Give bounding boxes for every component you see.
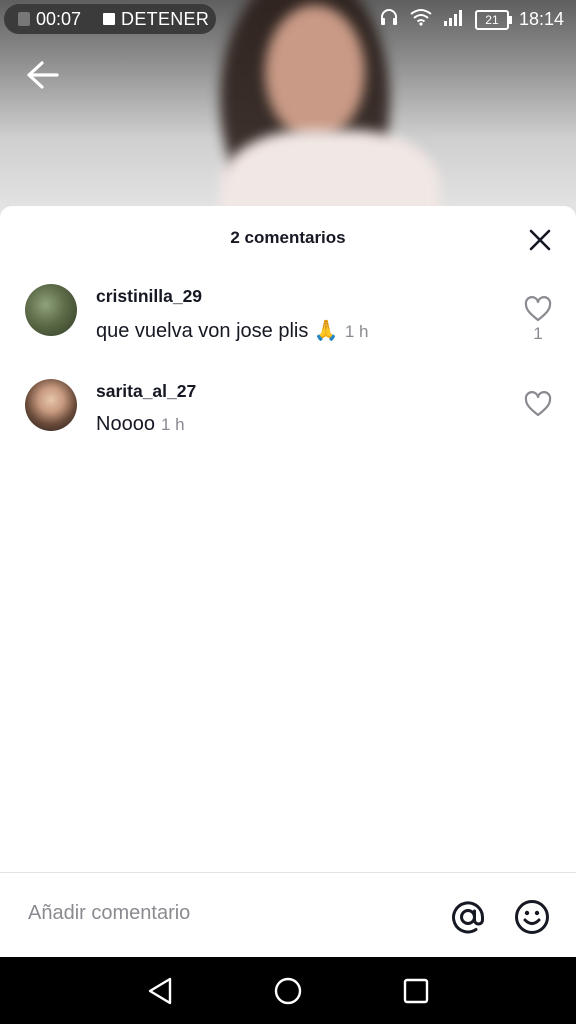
comment-body: que vuelva von jose plis 🙏 [96, 320, 339, 342]
comment-username[interactable]: cristinilla_29 [96, 286, 202, 307]
comment-text: que vuelva von jose plis 🙏 1 h [96, 318, 368, 343]
comment-time: 1 h [344, 322, 369, 341]
at-sign-icon [452, 901, 484, 934]
close-icon [529, 229, 551, 251]
heart-icon [524, 391, 552, 417]
status-bar: 00:07 DETENER 21 18:14 [0, 0, 576, 40]
nav-recents-icon [403, 978, 429, 1004]
nav-recents-button[interactable] [398, 973, 434, 1009]
like-button[interactable]: 1 [522, 296, 554, 344]
nav-back-icon [148, 977, 172, 1005]
comment-input-bar [0, 872, 576, 958]
comment-username[interactable]: sarita_al_27 [96, 381, 196, 402]
emoji-icon [515, 900, 549, 934]
like-button[interactable] [522, 391, 554, 417]
battery-icon: 21 [474, 9, 512, 30]
clock: 18:14 [518, 9, 564, 29]
back-arrow-icon [27, 61, 59, 89]
comments-sheet: 2 comentarios cristinilla_29 que vuelva … [0, 206, 576, 956]
avatar[interactable] [25, 379, 77, 431]
nav-back-button[interactable] [142, 973, 178, 1009]
heart-icon [524, 296, 552, 322]
close-button[interactable] [526, 226, 554, 254]
recording-time: 00:07 [36, 8, 82, 29]
stop-recording-button[interactable]: DETENER [121, 9, 209, 30]
mention-button[interactable] [448, 897, 488, 937]
comment-text: Noooo 1 h [96, 413, 185, 436]
comment-body: Noooo [96, 413, 155, 435]
screen-recorder-pill[interactable]: 00:07 DETENER [4, 4, 216, 34]
signal-icon [443, 8, 465, 31]
stop-icon [103, 13, 116, 25]
status-icons: 21 18:14 [379, 8, 564, 31]
headphones-icon [379, 8, 399, 31]
avatar[interactable] [25, 284, 77, 336]
recorder-icon [18, 12, 30, 26]
back-button[interactable] [20, 52, 66, 98]
emoji-button[interactable] [512, 897, 552, 937]
nav-home-button[interactable] [270, 973, 306, 1009]
comment-time: 1 h [160, 415, 185, 434]
like-count: 1 [533, 324, 543, 343]
comment-count-title: 2 comentarios [230, 228, 346, 247]
wifi-icon [409, 8, 433, 31]
sheet-header: 2 comentarios [0, 206, 576, 270]
navigation-bar [0, 957, 576, 1024]
nav-home-icon [274, 977, 302, 1005]
comment-input[interactable] [26, 901, 410, 926]
